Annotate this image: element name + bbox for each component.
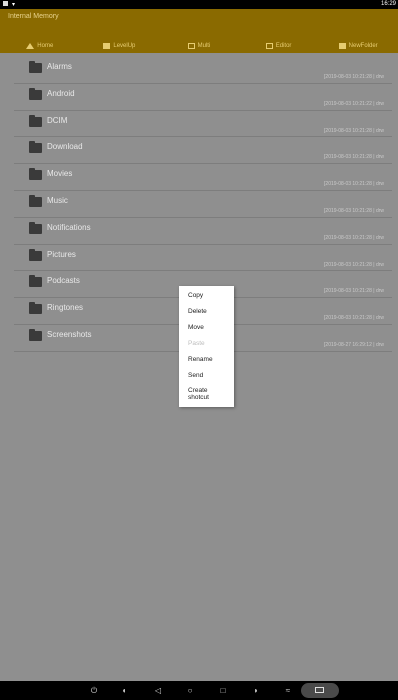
status-time: 16:29: [380, 1, 396, 7]
back-icon[interactable]: ◁: [152, 685, 164, 697]
notification-icon: [3, 1, 8, 6]
keyboard-icon: [315, 687, 324, 693]
file-meta: [2019-08-03 10:21:28 | drw: [324, 288, 384, 295]
file-name: Music: [47, 195, 68, 205]
tab-newfolder-label: NewFolder: [348, 43, 378, 49]
file-name: Pictures: [47, 249, 76, 259]
tab-home-label: Home: [37, 43, 54, 49]
file-meta: [2019-08-03 10:21:28 | drw: [324, 181, 384, 188]
file-name: Podcasts: [47, 276, 80, 286]
menu-item-move[interactable]: Move: [188, 324, 230, 331]
folder-icon: [29, 221, 42, 234]
file-meta: [2019-08-03 10:21:28 | drw: [324, 154, 384, 161]
location-title: Internal Memory: [8, 13, 59, 20]
folder-icon: [29, 328, 42, 341]
app-header: Internal Memory Home LevelUp Multi Edito…: [0, 9, 398, 53]
list-item[interactable]: Notifications [2019-08-03 10:21:28 | drw: [14, 218, 392, 245]
home-icon: [26, 43, 35, 49]
volume-up-icon[interactable]: ◗: [250, 685, 262, 697]
file-meta: [2019-08-03 10:21:28 | drw: [324, 207, 384, 214]
folder-icon: [29, 194, 42, 207]
menu-item-copy[interactable]: Copy: [188, 292, 230, 299]
file-name: Download: [47, 142, 83, 152]
status-icons: ▾: [3, 1, 15, 8]
list-item[interactable]: Movies [2019-08-03 10:21:28 | drw: [14, 164, 392, 191]
tab-home[interactable]: Home: [0, 39, 80, 53]
folder-icon: [29, 61, 42, 73]
list-item[interactable]: DCIM [2019-08-03 10:21:28 | drw: [14, 111, 392, 138]
wifi-icon[interactable]: ≈: [282, 685, 294, 697]
volume-down-icon[interactable]: ◖: [118, 685, 130, 697]
folder-icon: [29, 114, 42, 127]
file-name: Alarms: [47, 62, 72, 71]
keyboard-button[interactable]: [301, 683, 339, 698]
home-circle-icon[interactable]: ○: [184, 685, 196, 697]
list-item[interactable]: Music [2019-08-03 10:21:28 | drw: [14, 191, 392, 218]
menu-item-paste: Paste: [188, 340, 205, 347]
menu-item-rename[interactable]: Rename: [188, 356, 230, 363]
folder-icon: [29, 302, 42, 315]
folder-icon: [29, 168, 42, 181]
tab-levelup-label: LevelUp: [113, 43, 136, 49]
file-name: Ringtones: [47, 303, 84, 313]
file-meta: [2019-08-03 10:21:28 | drw: [324, 315, 384, 322]
tab-multi[interactable]: Multi: [159, 39, 239, 53]
power-icon[interactable]: ⏻: [88, 685, 100, 697]
tab-multi-label: Multi: [197, 43, 211, 49]
file-name: DCIM: [47, 115, 68, 125]
wifi-status-icon: ▾: [12, 2, 16, 8]
file-name: Screenshots: [47, 329, 92, 339]
menu-item-delete[interactable]: Delete: [188, 308, 230, 315]
list-item[interactable]: Alarms [2019-08-03 10:21:28 | drw: [14, 57, 392, 84]
file-meta: [2019-08-03 10:21:28 | drw: [324, 127, 384, 134]
context-menu: Copy Delete Move Paste Rename Send Creat…: [179, 286, 234, 407]
folder-icon: [29, 248, 42, 261]
tab-newfolder[interactable]: NewFolder: [318, 39, 398, 53]
folder-icon: [29, 275, 42, 288]
editor-icon: [265, 43, 273, 49]
folder-icon: [29, 141, 42, 154]
file-meta: [2019-08-03 10:21:28 | drw: [324, 261, 384, 268]
file-meta: [2019-08-03 10:21:28 | drw: [324, 74, 384, 80]
toolbar-tabs: Home LevelUp Multi Editor NewFolder: [0, 39, 398, 53]
tab-editor[interactable]: Editor: [239, 39, 319, 53]
file-name: Android: [47, 88, 75, 98]
tab-levelup[interactable]: LevelUp: [80, 39, 160, 53]
multi-select-icon: [187, 43, 195, 49]
list-item[interactable]: Download [2019-08-03 10:21:28 | drw: [14, 137, 392, 165]
level-up-icon: [103, 43, 111, 49]
file-meta: [2019-08-03 10:21:28 | drw: [324, 234, 384, 241]
file-meta: [2019-08-27 16:29:12 | drw: [324, 341, 384, 348]
tab-editor-label: Editor: [275, 43, 292, 49]
folder-icon: [29, 87, 42, 100]
system-nav-bar: ⏻ ◖ ◁ ○ □ ◗ ≈: [0, 681, 398, 700]
recents-icon[interactable]: □: [217, 685, 229, 697]
list-item[interactable]: Android [2019-08-03 10:21:22 | drw: [14, 84, 392, 111]
file-name: Notifications: [47, 222, 91, 232]
new-folder-icon: [338, 43, 346, 49]
file-name: Movies: [47, 169, 73, 179]
list-item[interactable]: Pictures [2019-08-03 10:21:28 | drw: [14, 245, 392, 272]
status-bar: ▾ 16:29: [0, 0, 398, 9]
menu-item-send[interactable]: Send: [188, 372, 230, 379]
file-meta: [2019-08-03 10:21:22 | drw: [324, 100, 384, 107]
menu-item-create-shortcut[interactable]: Create shotcut: [188, 387, 230, 401]
